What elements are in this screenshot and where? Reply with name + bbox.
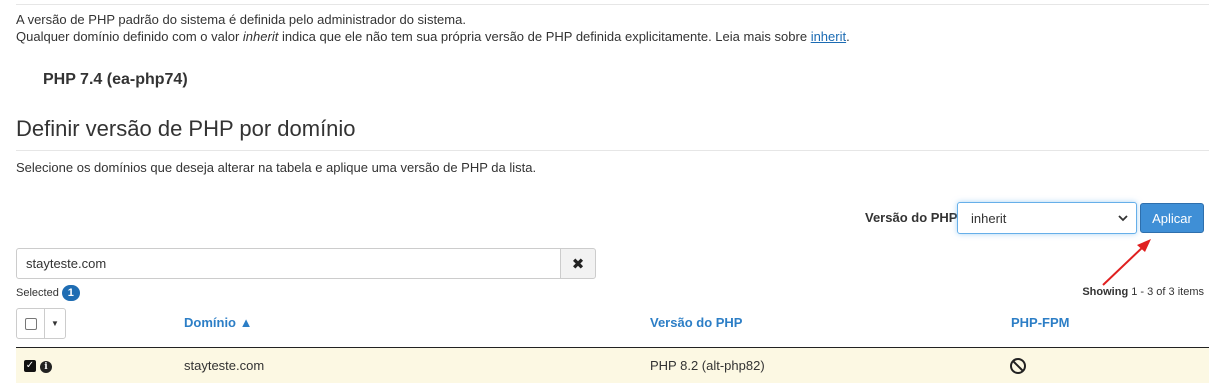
search-input[interactable]: stayteste.com <box>16 248 561 279</box>
php-version-select[interactable]: inherit <box>957 202 1137 234</box>
ban-icon <box>1010 358 1026 374</box>
intro-text: A versão de PHP padrão do sistema é defi… <box>16 11 850 45</box>
selected-badge: 1 <box>61 285 80 301</box>
pagination-summary: Showing 1 - 3 of 3 items <box>1082 286 1204 298</box>
select-options-dropdown[interactable]: ▼ <box>45 309 65 338</box>
row-php-version: PHP 8.2 (alt-php82) <box>650 358 765 373</box>
row-checkbox[interactable]: ✓ <box>24 360 36 372</box>
column-header-php-fpm[interactable]: PHP-FPM <box>1011 315 1070 330</box>
annotation-arrow-icon <box>1102 239 1151 286</box>
select-all-checkbox[interactable] <box>17 309 45 338</box>
check-icon: ✓ <box>25 360 35 371</box>
php-version-selected-value: inherit <box>971 210 1007 226</box>
php-version-label: Versão do PHP <box>865 210 958 225</box>
selected-count: Selected 1 <box>16 285 80 301</box>
column-header-php-version[interactable]: Versão do PHP <box>650 315 742 330</box>
chevron-down-icon <box>1118 215 1128 222</box>
info-icon[interactable]: i <box>40 361 52 373</box>
column-header-domain[interactable]: Domínio ▲ <box>184 315 252 330</box>
inherit-link[interactable]: inherit <box>811 29 846 44</box>
intro-line-2: Qualquer domínio definido com o valor in… <box>16 29 850 44</box>
clear-search-button[interactable]: ✖ <box>560 248 596 279</box>
default-php-version: PHP 7.4 (ea-php74) <box>43 71 188 88</box>
times-icon: ✖ <box>571 255 585 273</box>
apply-button[interactable]: Aplicar <box>1140 203 1204 233</box>
section-description: Selecione os domínios que deseja alterar… <box>16 160 537 175</box>
table-row[interactable]: ✓ i stayteste.com PHP 8.2 (alt-php82) <box>16 347 1209 383</box>
caret-down-icon: ▼ <box>51 319 59 328</box>
checkbox-icon <box>24 317 37 330</box>
page-title: Definir versão de PHP por domínio <box>16 116 356 141</box>
top-divider <box>16 4 1209 5</box>
row-domain: stayteste.com <box>184 358 265 373</box>
section-divider <box>16 150 1209 151</box>
selected-label: Selected <box>16 287 59 299</box>
intro-line-1: A versão de PHP padrão do sistema é defi… <box>16 12 466 27</box>
select-all-control[interactable]: ▼ <box>16 308 66 339</box>
